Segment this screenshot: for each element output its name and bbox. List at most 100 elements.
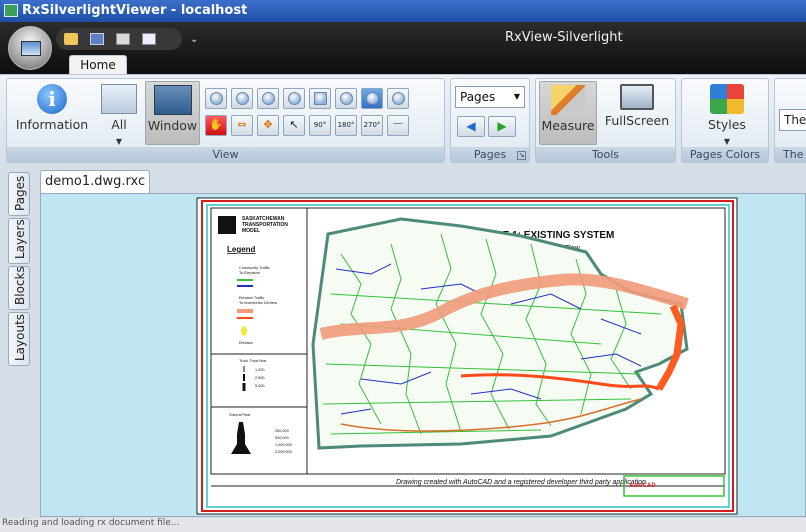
- all-button[interactable]: All ▼: [95, 84, 143, 147]
- hand-icon: ✋: [209, 118, 223, 131]
- zoom-extents-button[interactable]: [257, 88, 279, 109]
- rotate-90-button[interactable]: 90°: [309, 115, 331, 136]
- measure-label: Measure: [541, 118, 595, 133]
- print-preview-icon[interactable]: [142, 33, 156, 45]
- pan-horizontal-button[interactable]: ⇔: [231, 115, 253, 136]
- zoom-window-icon: [153, 85, 192, 115]
- zoom-width-button[interactable]: [283, 88, 305, 109]
- window-button[interactable]: Window: [145, 81, 200, 145]
- pan-all-button[interactable]: ✥: [257, 115, 279, 136]
- information-icon: i: [37, 84, 67, 114]
- pages-combo-value: Pages: [460, 90, 496, 104]
- volume2-value-3: 1,000,000: [275, 443, 292, 447]
- side-tab-blocks-label: Blocks: [13, 266, 27, 305]
- group-tools: Measure FullScreen Tools: [535, 78, 676, 163]
- legend-item-4: To Inventories Centers: [239, 301, 277, 305]
- zoom-previous-icon: [340, 92, 353, 105]
- volume-value-1: 1,200: [255, 368, 265, 372]
- zoom-width-icon: [288, 92, 301, 105]
- zoom-all-icon: [101, 84, 137, 114]
- window-title: RxSilverlightViewer - localhost: [22, 3, 248, 18]
- volume-block-title: Truck Trips/Year: [239, 359, 267, 363]
- document-tab[interactable]: demo1.dwg.rxc: [40, 170, 150, 193]
- application-menu-button[interactable]: [8, 26, 52, 70]
- zoom-in-button[interactable]: [205, 88, 227, 109]
- side-tab-layouts[interactable]: Layouts: [8, 312, 30, 366]
- drawing-canvas[interactable]: SASKATCHEWAN TRANSPORTATION MODEL Legend…: [41, 194, 805, 516]
- group-theme: The The: [774, 78, 806, 163]
- zoom-extents-icon: [262, 92, 275, 105]
- window-label: Window: [147, 118, 198, 133]
- group-pages-colors: Styles ▼ Pages Colors: [681, 78, 769, 163]
- magnifier-icon: [366, 92, 379, 105]
- legend-item-1: Community Traffic: [239, 266, 270, 270]
- volume-value-2: 2,500: [255, 376, 265, 380]
- zoom-out-icon: [236, 92, 249, 105]
- information-button[interactable]: i Information: [13, 84, 91, 132]
- app-icon: [4, 4, 18, 17]
- zoom-out-button[interactable]: [231, 88, 253, 109]
- all-label: All: [111, 117, 127, 132]
- styles-palette-icon: [710, 84, 744, 114]
- theme-combo[interactable]: The: [779, 109, 806, 131]
- side-tab-pages[interactable]: Pages: [8, 172, 30, 216]
- fit-page-icon: [314, 92, 327, 105]
- customize-toolbar-chevron-icon[interactable]: ⌄: [190, 34, 198, 45]
- dialog-launcher-icon[interactable]: ↘: [517, 151, 526, 160]
- rotate-270-button[interactable]: 270°: [361, 115, 383, 136]
- side-tab-strip: Pages Layers Blocks Layouts: [6, 172, 32, 366]
- next-page-button[interactable]: ▶: [488, 116, 516, 137]
- select-cursor-button[interactable]: ↖: [283, 115, 305, 136]
- pan-hand-button[interactable]: ✋: [205, 115, 227, 136]
- elevator-symbol: [241, 326, 247, 336]
- ribbon: i Information All ▼ Window ✋ ⇔ ✥ ↖ 90° 1…: [0, 74, 806, 164]
- side-tab-layers-label: Layers: [13, 219, 27, 259]
- autocad-stamp: AutoCAD: [629, 483, 656, 489]
- quick-access-toolbar: [56, 28, 182, 50]
- window-title-bar: RxSilverlightViewer - localhost: [0, 0, 806, 22]
- rotate-180-button[interactable]: 180°: [335, 115, 357, 136]
- arrows-horizontal-icon: ⇔: [237, 118, 247, 131]
- measure-button[interactable]: Measure: [539, 81, 597, 145]
- arrow-right-icon: ▶: [497, 119, 507, 133]
- styles-button[interactable]: Styles ▼: [698, 84, 756, 147]
- save-icon[interactable]: [90, 33, 104, 45]
- side-tab-layers[interactable]: Layers: [8, 218, 30, 264]
- side-tab-blocks[interactable]: Blocks: [8, 266, 30, 310]
- fullscreen-button[interactable]: FullScreen: [602, 84, 672, 128]
- legend-title: Legend: [227, 245, 256, 254]
- volume-value-3: 5,000: [255, 384, 265, 388]
- slider-icon: ⎯⎯: [393, 119, 403, 129]
- information-label: Information: [15, 117, 89, 132]
- province-logo: [218, 216, 236, 234]
- fit-page-button[interactable]: [309, 88, 331, 109]
- zoom-dynamic-button[interactable]: [387, 88, 409, 109]
- zoom-previous-button[interactable]: [335, 88, 357, 109]
- all-dropdown-icon: ▼: [115, 137, 123, 146]
- group-pages-colors-label: Pages Colors: [682, 147, 768, 162]
- styles-label: Styles: [708, 117, 746, 132]
- status-line: Reading and loading rx document file...: [0, 518, 806, 532]
- group-tools-label: Tools: [536, 147, 675, 162]
- arrow-left-icon: ◀: [466, 119, 476, 133]
- drawing-footer: Drawing created with AutoCAD and a regis…: [396, 479, 646, 486]
- group-theme-label: The: [775, 147, 806, 162]
- tab-home[interactable]: Home: [69, 55, 127, 75]
- theme-combo-value: The: [784, 113, 806, 127]
- side-tab-layouts-label: Layouts: [13, 313, 27, 361]
- pages-combo[interactable]: Pages ▼: [455, 86, 525, 108]
- volume-block2-title: Volume/Year: [229, 413, 251, 417]
- styles-dropdown-icon: ▼: [723, 137, 731, 146]
- magnifier-button[interactable]: [361, 88, 383, 109]
- rotate-slider-button[interactable]: ⎯⎯: [387, 115, 409, 136]
- rotate-180-label: 180°: [337, 121, 355, 129]
- previous-page-button[interactable]: ◀: [457, 116, 485, 137]
- open-folder-icon[interactable]: [64, 33, 78, 45]
- rotate-90-label: 90°: [313, 121, 327, 129]
- volume2-value-2: 500,000: [275, 436, 289, 440]
- volume2-value-1: 250,000: [275, 429, 289, 433]
- legend-item-5: Elevator: [239, 341, 254, 345]
- zoom-dynamic-icon: [392, 92, 405, 105]
- print-icon[interactable]: [116, 33, 130, 45]
- drawing-viewport[interactable]: SASKATCHEWAN TRANSPORTATION MODEL Legend…: [40, 193, 806, 517]
